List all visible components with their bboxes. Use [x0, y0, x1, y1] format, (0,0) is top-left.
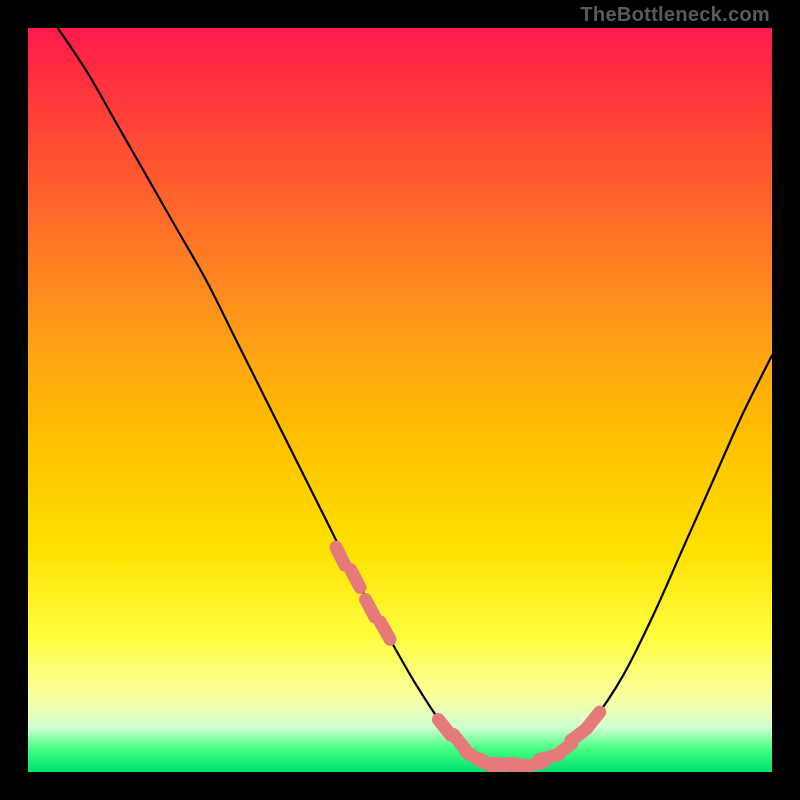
marker-point — [587, 712, 599, 728]
marker-point — [351, 570, 360, 588]
marker-point — [336, 547, 345, 565]
chart-stage: TheBottleneck.com — [0, 0, 800, 800]
marker-point — [380, 622, 390, 639]
curve-svg — [28, 28, 772, 772]
marker-group — [336, 547, 600, 770]
watermark-text: TheBottleneck.com — [580, 4, 770, 27]
bottleneck-curve — [58, 28, 772, 766]
marker-point — [366, 599, 375, 617]
plot-area — [28, 28, 772, 772]
